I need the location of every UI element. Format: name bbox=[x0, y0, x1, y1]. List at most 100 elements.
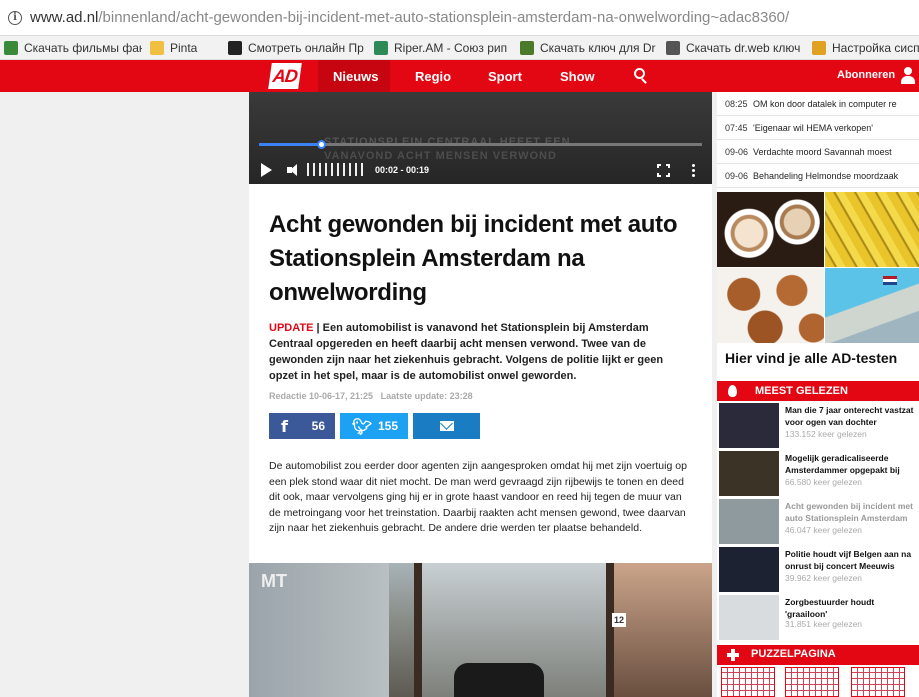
most-read-headline: Mogelijk geradicaliseerde Amsterdammer o… bbox=[785, 453, 900, 475]
bookmark-label: Настройка сисп bbox=[832, 40, 919, 55]
article-body: De automobilist zou eerder door agenten … bbox=[269, 460, 687, 534]
share-facebook-button[interactable]: f 56 bbox=[269, 413, 335, 439]
most-read-thumbnail bbox=[719, 451, 779, 496]
update-tag: UPDATE bbox=[269, 322, 314, 334]
news-time: 07:45 bbox=[725, 122, 748, 133]
bookmark-favicon-icon bbox=[374, 40, 388, 55]
bookmark-label: Скачать ключ для Dr bbox=[540, 40, 656, 55]
puzzle-grid-1[interactable] bbox=[721, 667, 775, 697]
search-icon[interactable] bbox=[634, 68, 645, 79]
most-read-count: 46.047 keer gelezen bbox=[785, 525, 863, 535]
nav-item-nieuws[interactable]: Nieuws bbox=[333, 69, 379, 84]
mail-icon bbox=[439, 421, 454, 431]
bookmark-favicon-icon bbox=[666, 40, 680, 55]
twitter-count: 155 bbox=[377, 419, 398, 433]
sidebar: 08:25 OM kon door datalek in computer re 0… bbox=[717, 92, 919, 697]
bookmark-label: Pinta bbox=[170, 40, 198, 55]
most-read-thumbnail bbox=[719, 499, 779, 544]
most-read-headline: Zorgbestuurder houdt 'graailoon' bbox=[785, 597, 875, 619]
puzzle-header[interactable]: PUZZELPAGINA bbox=[717, 645, 919, 665]
nav-item-regio[interactable]: Regio bbox=[415, 69, 451, 84]
video-ghost-text-2: VANAVOND ACHT MENSEN VERWOND bbox=[324, 150, 557, 162]
bookmark-label: Riper.AM - Союз рип bbox=[394, 40, 508, 55]
bookmark-item[interactable]: Смотреть онлайн Пр bbox=[224, 40, 366, 55]
site-info-icon[interactable]: i bbox=[8, 10, 22, 25]
bookmark-favicon-icon bbox=[4, 40, 18, 55]
most-read-headline: Acht gewonden bij incident met auto Stat… bbox=[785, 501, 913, 523]
share-twitter-button[interactable]: 🐦︎ 155 bbox=[340, 413, 408, 439]
more-options-icon[interactable] bbox=[692, 164, 695, 177]
facebook-count: 56 bbox=[311, 419, 325, 433]
bookmark-label: Скачать dr.web ключ bbox=[686, 40, 801, 55]
most-read-count: 31.851 keer gelezen bbox=[785, 619, 863, 629]
tile-oliebol[interactable] bbox=[717, 268, 824, 343]
nav-item-show[interactable]: Show bbox=[560, 69, 595, 84]
news-row[interactable]: 08:25 OM kon door datalek in computer re bbox=[717, 92, 919, 116]
photo-car bbox=[454, 663, 544, 697]
fullscreen-icon[interactable] bbox=[656, 163, 671, 178]
news-time: 09-06 bbox=[725, 170, 749, 181]
bookmark-item[interactable]: Скачать dr.web ключ bbox=[662, 40, 804, 55]
bookmarks-bar: Скачать фильмы фан Pinta Смотреть онлайн П… bbox=[0, 36, 919, 60]
bookmark-favicon-icon bbox=[228, 40, 242, 55]
video-progress-knob[interactable] bbox=[317, 140, 327, 149]
most-read-item[interactable]: Mogelijk geradicaliseerde Amsterdammer o… bbox=[717, 449, 919, 496]
bookmark-label: Смотреть онлайн Пр bbox=[248, 40, 364, 55]
most-read-count: 39.962 keer gelezen bbox=[785, 573, 863, 583]
ad-tests-tiles[interactable] bbox=[717, 192, 919, 344]
most-read-item[interactable]: Politie houdt vijf Belgen aan na onrust … bbox=[717, 545, 919, 592]
bookmark-item[interactable]: Скачать ключ для Dr bbox=[516, 40, 658, 55]
lead-text: Een automobilist is vanavond het Station… bbox=[269, 322, 664, 382]
news-row[interactable]: 07:45 'Eigenaar wil HEMA verkopen' bbox=[717, 116, 919, 140]
user-icon[interactable] bbox=[901, 67, 915, 85]
facebook-icon: f bbox=[281, 416, 288, 436]
most-read-item[interactable]: Man die 7 jaar onterecht vastzat voor og… bbox=[717, 401, 919, 448]
url-text[interactable]: www.ad.nl/binnenland/acht-gewonden-bij-i… bbox=[30, 9, 789, 26]
article-meta: Redactie 10-06-17, 21:25 Laatste update:… bbox=[269, 391, 473, 401]
most-read-count: 133.152 keer gelezen bbox=[785, 429, 867, 439]
tile-herring[interactable] bbox=[825, 268, 919, 343]
news-row[interactable]: 09-06 Behandeling Helmondse moordzaak bbox=[717, 164, 919, 188]
bookmark-item[interactable]: Скачать фильмы фан bbox=[0, 40, 142, 55]
share-email-button[interactable] bbox=[413, 413, 480, 439]
article-lead: UPDATE | Een automobilist is vanavond he… bbox=[269, 322, 664, 382]
news-headline: OM kon door datalek in computer re bbox=[753, 98, 897, 109]
news-headline: Behandeling Helmondse moordzaak bbox=[753, 170, 899, 181]
most-read-thumbnail bbox=[719, 547, 779, 592]
tests-link[interactable]: Hier vind je alle AD-testen bbox=[725, 350, 897, 366]
tile-banana[interactable] bbox=[825, 192, 919, 267]
most-read-item[interactable]: Acht gewonden bij incident met auto Stat… bbox=[717, 497, 919, 544]
flame-icon bbox=[728, 385, 737, 397]
puzzle-grid-3[interactable] bbox=[851, 667, 905, 697]
photo-right-building bbox=[614, 563, 712, 697]
video-time: 00:02 - 00:19 bbox=[375, 165, 430, 175]
tile-coffee[interactable] bbox=[717, 192, 824, 267]
news-row[interactable]: 09-06 Verdachte moord Savannah moest bbox=[717, 140, 919, 164]
nav-item-sport[interactable]: Sport bbox=[488, 69, 522, 84]
most-read-item[interactable]: Zorgbestuurder houdt 'graailoon' 31.851 k… bbox=[717, 593, 919, 640]
photo-sign: 12 bbox=[612, 613, 626, 627]
article-photo[interactable]: 12 MT bbox=[249, 563, 712, 697]
subscribe-link[interactable]: Abonneren bbox=[837, 69, 895, 81]
puzzle-previews[interactable] bbox=[717, 665, 919, 697]
video-ghost-text-1: STATIONSPLEIN CENTRAAL HEEFT EEN bbox=[324, 136, 571, 148]
plus-icon bbox=[727, 649, 739, 661]
meta-update: Laatste update: 23:28 bbox=[380, 391, 473, 401]
bookmark-item[interactable]: Настройка сисп bbox=[808, 40, 919, 55]
news-headline: Verdachte moord Savannah moest bbox=[753, 146, 892, 157]
video-player[interactable]: STATIONSPLEIN CENTRAAL HEEFT EEN VANAVON… bbox=[249, 92, 712, 184]
bookmark-favicon-icon bbox=[812, 40, 826, 55]
puzzle-grid-2[interactable] bbox=[785, 667, 839, 697]
bookmark-item[interactable]: Pinta bbox=[146, 40, 220, 55]
video-progress-bar[interactable] bbox=[259, 140, 702, 149]
bookmark-item[interactable]: Riper.AM - Союз рип bbox=[370, 40, 512, 55]
photo-mt-letters: MT bbox=[261, 571, 287, 591]
volume-icon[interactable] bbox=[287, 164, 303, 176]
play-icon[interactable] bbox=[261, 163, 272, 177]
address-bar[interactable]: i www.ad.nl/binnenland/acht-gewonden-bij… bbox=[0, 0, 919, 36]
volume-slider[interactable] bbox=[307, 163, 363, 176]
most-read-header: MEEST GELEZEN bbox=[717, 381, 919, 401]
most-read-title: MEEST GELEZEN bbox=[755, 385, 848, 397]
news-time: 09-06 bbox=[725, 146, 749, 157]
ad-logo[interactable]: AD bbox=[268, 63, 302, 89]
